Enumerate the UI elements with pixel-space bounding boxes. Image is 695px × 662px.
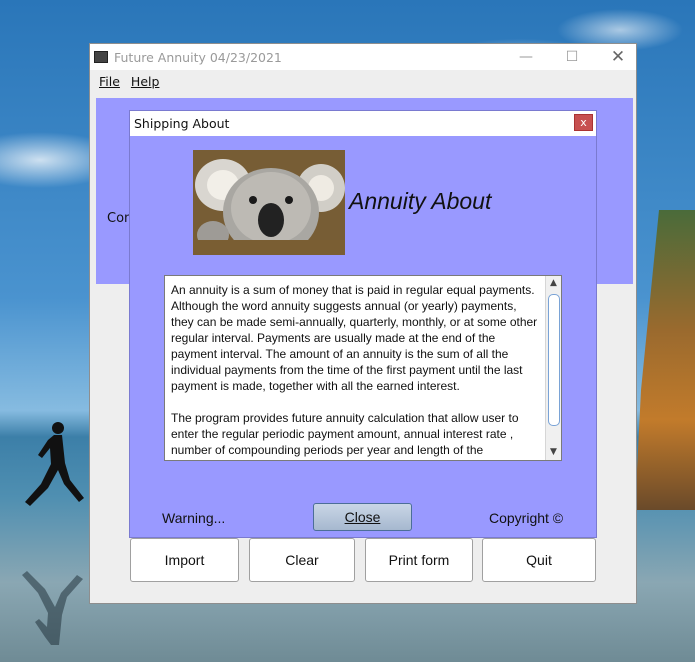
wallpaper-runner-reflection <box>22 571 83 645</box>
about-text-content: An annuity is a sum of money that is pai… <box>171 282 539 460</box>
main-window-title: Future Annuity 04/23/2021 <box>114 49 282 65</box>
app-icon <box>94 51 108 63</box>
print-form-button[interactable]: Print form <box>365 538 473 582</box>
scroll-down-icon[interactable]: ▼ <box>546 445 561 460</box>
about-text-area[interactable]: An annuity is a sum of money that is pai… <box>164 275 562 461</box>
menu-help[interactable]: Help <box>131 74 160 89</box>
dialog-titlebar[interactable]: Shipping About x <box>130 111 596 136</box>
dialog-close-icon[interactable]: x <box>574 114 593 131</box>
minimize-button[interactable]: — <box>503 44 549 70</box>
about-paragraph-1: An annuity is a sum of money that is pai… <box>171 283 538 393</box>
koala-image <box>193 150 345 255</box>
scroll-thumb[interactable] <box>548 294 560 426</box>
main-window-titlebar[interactable]: Future Annuity 04/23/2021 — ☐ ✕ <box>90 44 636 70</box>
about-paragraph-2: The program provides future annuity calc… <box>171 411 519 457</box>
dialog-close-button[interactable]: Close <box>313 503 412 531</box>
menu-file-label: File <box>99 73 120 89</box>
menu-file[interactable]: File <box>99 74 120 89</box>
warning-label: Warning... <box>162 510 226 526</box>
wallpaper-cliff <box>635 210 695 510</box>
menu-bar: File Help <box>90 70 636 92</box>
dialog-title: Shipping About <box>134 116 230 131</box>
dialog-close-button-label: Close <box>344 509 381 525</box>
text-scrollbar[interactable]: ▲ ▼ <box>545 276 561 460</box>
wallpaper-runner <box>25 422 84 506</box>
quit-button[interactable]: Quit <box>482 538 596 582</box>
maximize-button[interactable]: ☐ <box>549 44 595 70</box>
scroll-up-icon[interactable]: ▲ <box>546 276 561 291</box>
copyright-label: Copyright © <box>489 510 564 526</box>
menu-help-label: Help <box>130 73 160 89</box>
import-button[interactable]: Import <box>130 538 239 582</box>
close-window-button[interactable]: ✕ <box>595 44 641 70</box>
about-dialog: Shipping About x Annuity About An annuit… <box>129 110 597 538</box>
clear-button[interactable]: Clear <box>249 538 355 582</box>
dialog-heading: Annuity About <box>349 188 492 214</box>
